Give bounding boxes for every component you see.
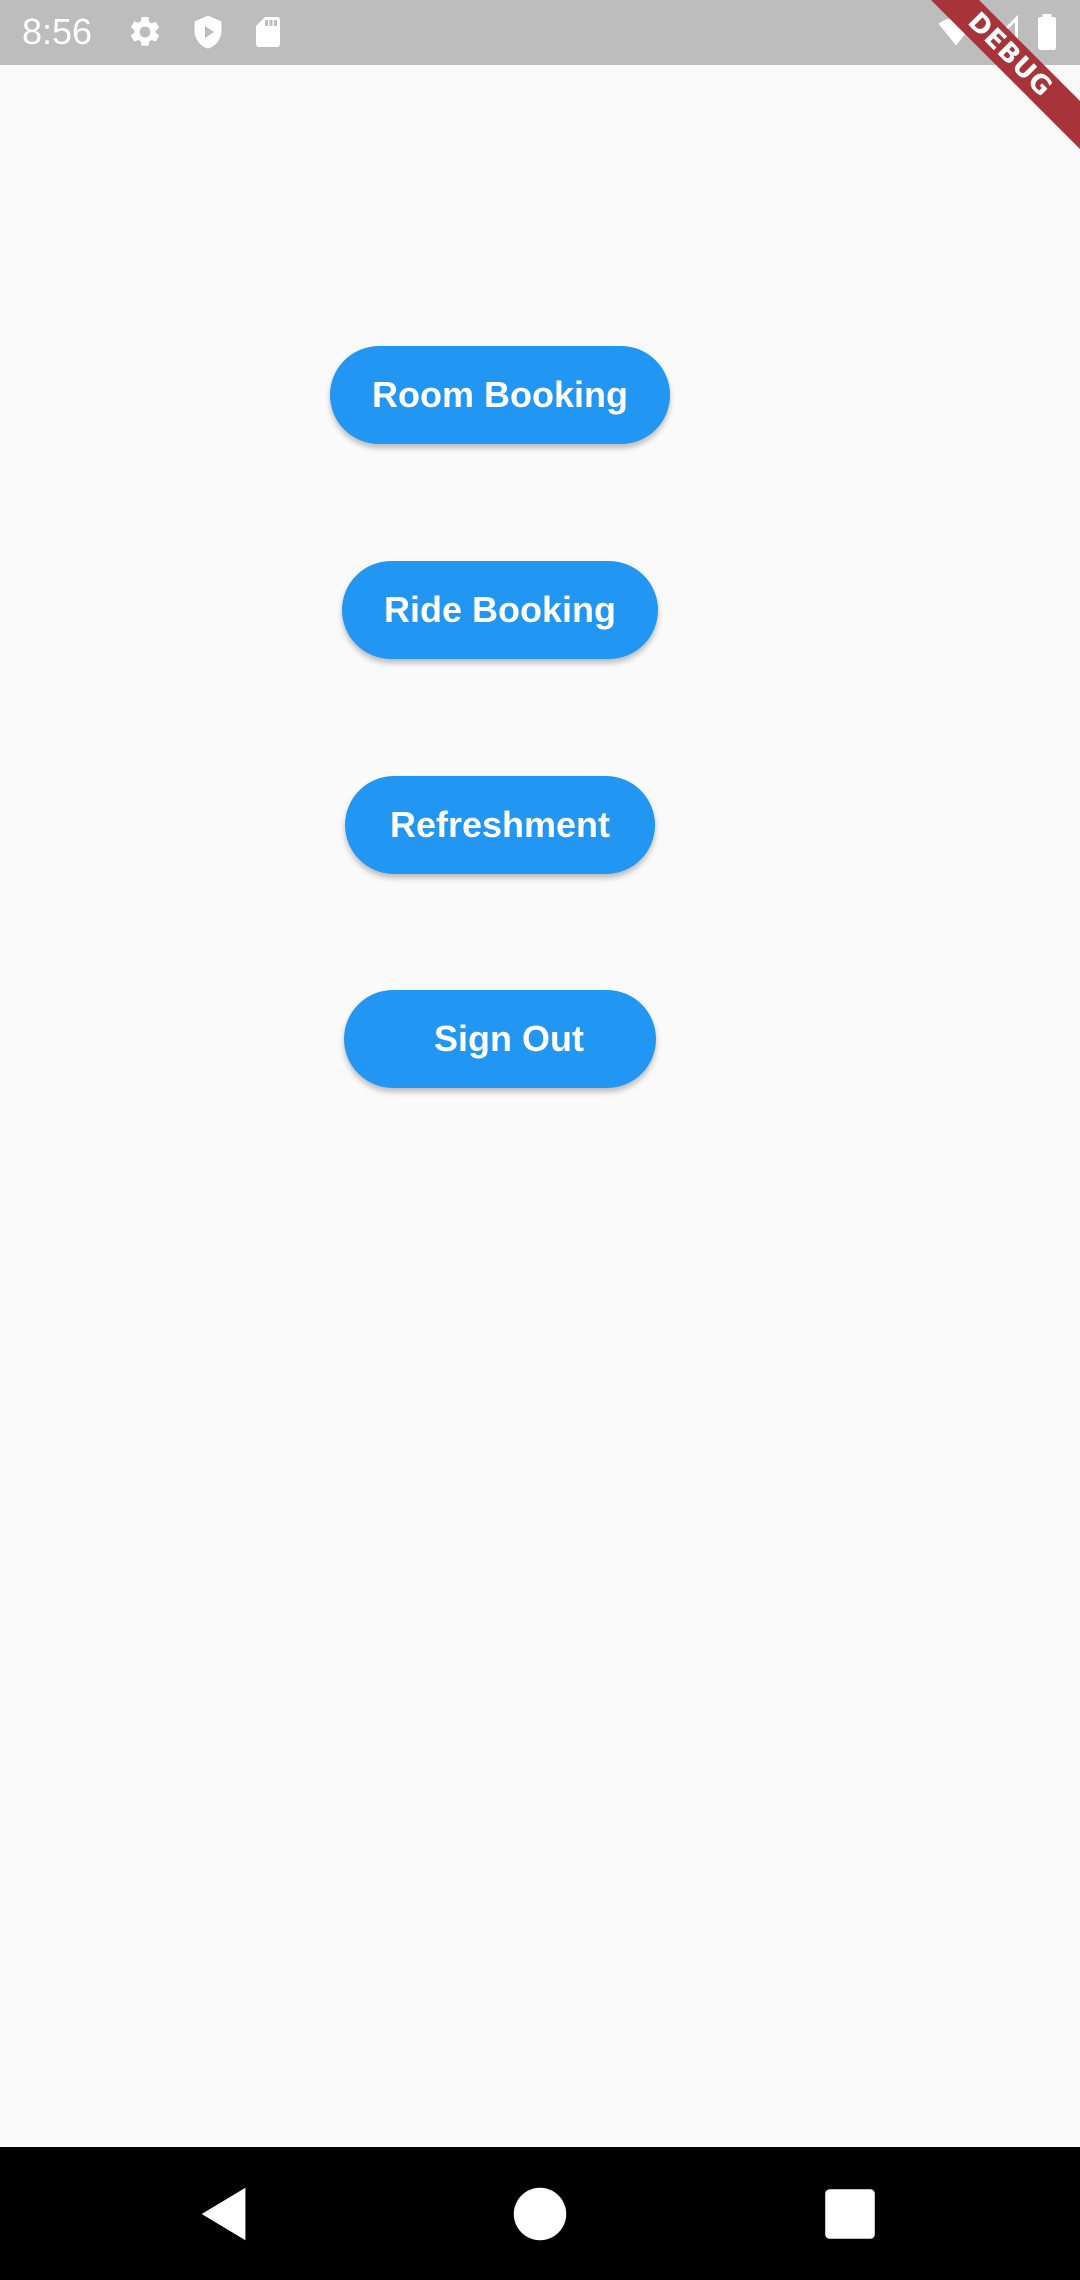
gear-icon bbox=[127, 14, 163, 50]
refreshment-label: Refreshment bbox=[389, 804, 611, 845]
wifi-icon bbox=[938, 14, 974, 50]
main-menu: Room Booking Ride Booking Refreshment Si… bbox=[0, 65, 1080, 2145]
cell-signal-icon bbox=[985, 14, 1021, 50]
back-icon[interactable] bbox=[190, 2179, 260, 2249]
home-icon[interactable] bbox=[505, 2179, 575, 2249]
refreshment-button[interactable]: Refreshment bbox=[345, 776, 655, 874]
status-bar: 8:56 bbox=[0, 0, 1080, 65]
battery-icon bbox=[1035, 14, 1059, 50]
status-time: 8:56 bbox=[22, 11, 93, 52]
ride-booking-label: Ride Booking bbox=[384, 589, 616, 630]
sign-out-button[interactable]: Sign Out bbox=[344, 990, 656, 1088]
room-booking-label: Room Booking bbox=[372, 374, 628, 415]
room-booking-button[interactable]: Room Booking bbox=[330, 346, 670, 444]
sd-card-icon bbox=[250, 14, 286, 50]
recents-icon[interactable] bbox=[815, 2179, 885, 2249]
navigation-bar bbox=[0, 2147, 1080, 2280]
sign-out-label: Sign Out bbox=[434, 1018, 584, 1059]
shield-play-icon bbox=[190, 14, 226, 50]
ride-booking-button[interactable]: Ride Booking bbox=[342, 561, 658, 659]
